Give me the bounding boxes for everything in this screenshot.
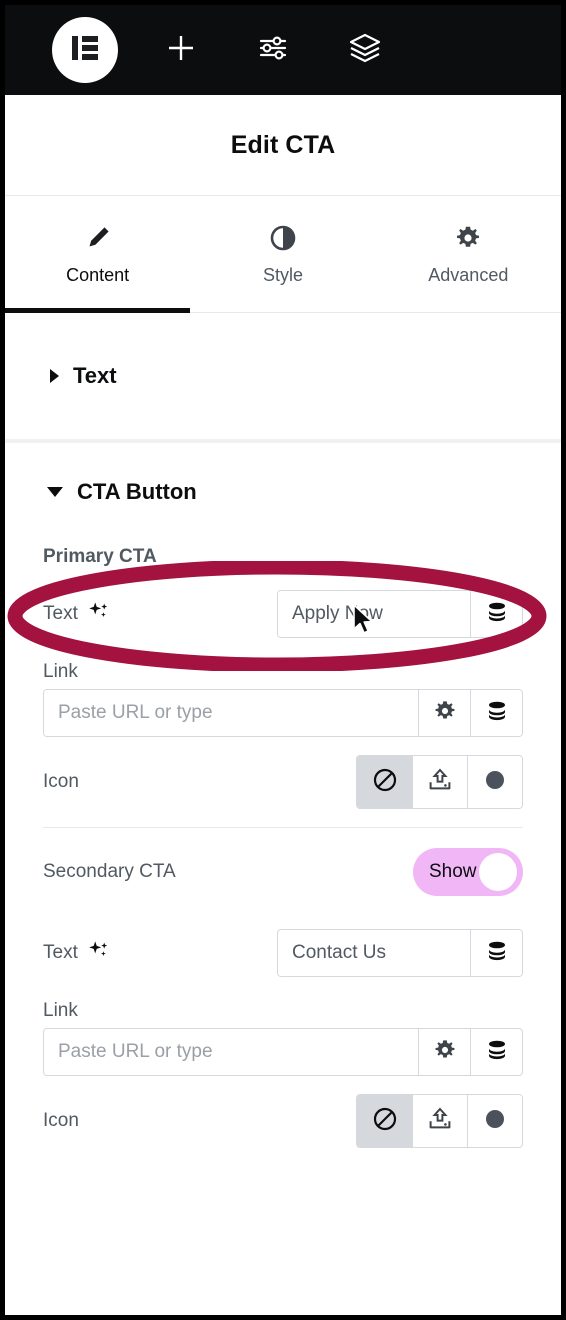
cta-button-controls: Primary CTA Text Apply Now Link Paste UR… (5, 537, 561, 1166)
primary-cta-icon-none[interactable] (357, 756, 412, 808)
secondary-cta-text-dynamic-button[interactable] (470, 930, 522, 976)
tab-advanced-label: Advanced (428, 265, 509, 285)
secondary-cta-icon-row: Icon (5, 1076, 561, 1166)
panel-tabs: Content Style Advanced (5, 196, 561, 313)
primary-cta-link-block: Link Paste URL or type (5, 651, 561, 737)
primary-cta-icon-row: Icon (5, 737, 561, 827)
page-title: Edit CTA (230, 130, 336, 159)
sliders-icon (256, 31, 290, 70)
elementor-editor-panel: Edit CTA Content Style Advanced Text CTA… (5, 5, 561, 1315)
secondary-cta-link-options-button[interactable] (418, 1029, 470, 1075)
database-icon (486, 699, 508, 728)
primary-cta-text-row: Text Apply Now (5, 577, 561, 651)
section-text-label: Text (73, 363, 117, 388)
secondary-cta-show-toggle[interactable]: Show (413, 848, 523, 896)
chevron-right-icon (50, 369, 59, 383)
secondary-cta-link-input-combo: Paste URL or type (43, 1028, 523, 1076)
gear-icon (433, 699, 457, 728)
primary-cta-link-label: Link (43, 661, 78, 682)
database-icon (486, 1038, 508, 1067)
secondary-cta-icon-none[interactable] (357, 1095, 412, 1147)
navigator-button[interactable] (334, 19, 396, 81)
panel-header: Edit CTA (5, 95, 561, 196)
secondary-cta-link-label: Link (43, 1000, 78, 1021)
primary-cta-link-options-button[interactable] (418, 690, 470, 736)
primary-cta-icon-media[interactable] (467, 756, 522, 808)
primary-cta-text-dynamic-button[interactable] (470, 591, 522, 637)
filled-circle-icon (481, 1105, 509, 1138)
database-icon (486, 939, 508, 968)
editor-toolbar (5, 5, 561, 95)
secondary-cta-link-input[interactable]: Paste URL or type (44, 1029, 418, 1075)
sparkles-icon[interactable] (87, 938, 111, 968)
chevron-down-icon (47, 487, 63, 497)
secondary-cta-icon-media[interactable] (467, 1095, 522, 1147)
secondary-cta-text-label: Text (43, 942, 78, 963)
section-cta-button-label: CTA Button (77, 479, 197, 504)
secondary-cta-link-dynamic-button[interactable] (470, 1029, 522, 1075)
primary-cta-icon-label: Icon (43, 771, 79, 792)
tab-content[interactable]: Content (5, 196, 191, 313)
elementor-logo-icon (68, 31, 102, 70)
primary-cta-link-input[interactable]: Paste URL or type (44, 690, 418, 736)
secondary-cta-group-label: Secondary CTA (43, 861, 176, 882)
plus-icon (164, 31, 198, 70)
primary-cta-text-label: Text (43, 603, 78, 624)
tab-advanced[interactable]: Advanced (376, 196, 561, 312)
section-text[interactable]: Text (5, 313, 561, 443)
contrast-icon (269, 222, 297, 252)
gear-icon (454, 222, 482, 252)
add-element-button[interactable] (150, 19, 212, 81)
secondary-cta-icon-upload[interactable] (412, 1095, 467, 1147)
primary-cta-icon-upload[interactable] (412, 756, 467, 808)
primary-cta-text-input[interactable]: Apply Now (278, 591, 470, 637)
secondary-cta-icon-label: Icon (43, 1110, 79, 1131)
circle-slash-icon (371, 766, 399, 799)
primary-cta-link-input-combo: Paste URL or type (43, 689, 523, 737)
section-cta-button[interactable]: CTA Button (5, 447, 561, 537)
primary-cta-icon-choices (356, 755, 523, 809)
secondary-cta-text-input[interactable]: Contact Us (278, 930, 470, 976)
tab-content-label: Content (66, 265, 130, 285)
sparkles-icon[interactable] (87, 599, 111, 629)
secondary-cta-text-label-wrap: Text (43, 938, 111, 968)
pencil-icon (84, 222, 112, 252)
primary-cta-group-label: Primary CTA (43, 546, 157, 567)
tab-style[interactable]: Style (190, 196, 375, 312)
circle-slash-icon (371, 1105, 399, 1138)
secondary-cta-toggle-label: Show (429, 861, 477, 882)
filled-circle-icon (481, 766, 509, 799)
layers-icon (347, 30, 383, 71)
gear-icon (433, 1038, 457, 1067)
toggle-knob (479, 853, 517, 891)
primary-cta-link-dynamic-button[interactable] (470, 690, 522, 736)
site-settings-button[interactable] (242, 19, 304, 81)
database-icon (486, 600, 508, 629)
elementor-logo-button[interactable] (52, 17, 118, 83)
primary-cta-text-label-wrap: Text (43, 599, 111, 629)
upload-icon (426, 766, 454, 799)
secondary-cta-link-block: Link Paste URL or type (5, 990, 561, 1076)
secondary-cta-toggle-row: Secondary CTA Show (5, 828, 561, 916)
secondary-cta-text-input-combo: Contact Us (277, 929, 523, 977)
tab-style-label: Style (262, 265, 303, 285)
upload-icon (426, 1105, 454, 1138)
secondary-cta-text-row: Text Contact Us (5, 916, 561, 990)
secondary-cta-icon-choices (356, 1094, 523, 1148)
primary-cta-text-input-combo: Apply Now (277, 590, 523, 638)
